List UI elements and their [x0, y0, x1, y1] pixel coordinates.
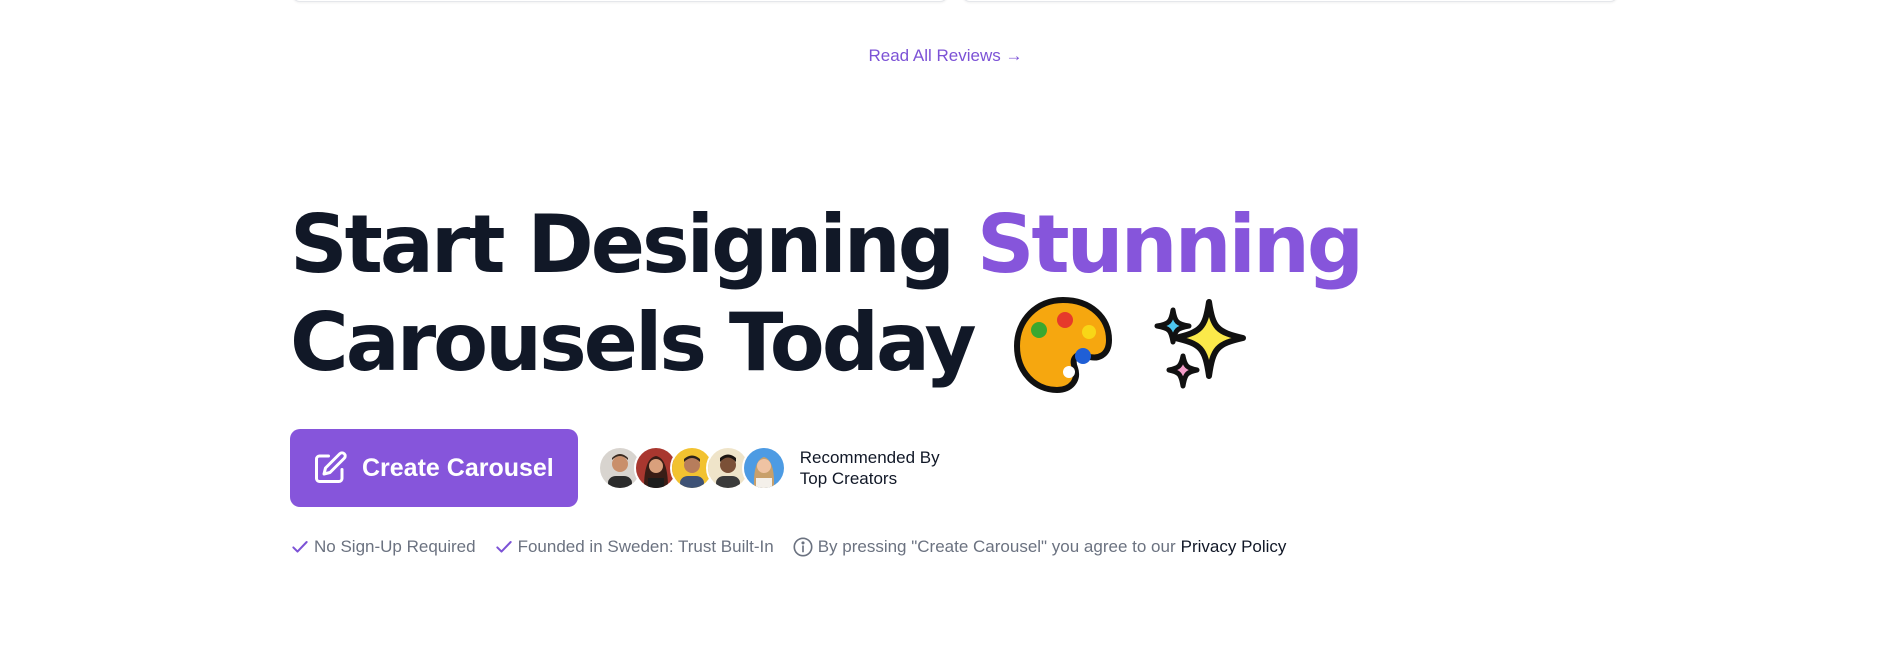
feature-founded: Founded in Sweden: Trust Built-In [494, 537, 774, 557]
features-row: No Sign-Up Required Founded in Sweden: T… [290, 536, 1304, 558]
headline-accent: Stunning [976, 198, 1364, 291]
privacy-policy-link[interactable]: Privacy Policy [1181, 537, 1287, 557]
check-icon [495, 541, 512, 553]
page: Read All Reviews → Start Designing Stunn… [0, 0, 1891, 658]
recommended-line1: Recommended By [799, 448, 940, 467]
agreement-text: By pressing "Create Carousel" you agree … [817, 537, 1176, 556]
creator-avatars [597, 446, 786, 490]
review-card [292, 0, 948, 2]
headline-line2: Carousels Today [290, 296, 977, 389]
palette-emoji-icon [1013, 297, 1112, 394]
cta-row: Create Carousel Recommended By Top Creat… [290, 429, 940, 507]
emoji-group [1013, 290, 1252, 394]
sparkles-emoji-icon [1154, 299, 1247, 389]
headline-part1: Start Designing [290, 198, 977, 291]
feature-agreement: By pressing "Create Carousel" you agree … [792, 536, 1287, 558]
create-carousel-button[interactable]: Create Carousel [290, 429, 578, 507]
feature-no-signup: No Sign-Up Required [290, 537, 476, 557]
check-icon [292, 541, 308, 553]
recommended-by-text: Recommended By Top Creators [800, 447, 940, 489]
recommended-line2: Top Creators [799, 469, 898, 488]
review-card [962, 0, 1618, 2]
edit-icon [315, 451, 347, 483]
create-carousel-label: Create Carousel [362, 453, 554, 482]
creator-avatar [741, 446, 786, 490]
feature-no-signup-text: No Sign-Up Required [314, 537, 476, 556]
hero-headline: Start Designing Stunning Carousels Today [290, 196, 1364, 400]
feature-founded-text: Founded in Sweden: Trust Built-In [517, 537, 774, 556]
read-all-reviews-link[interactable]: Read All Reviews → [0, 46, 1891, 66]
info-icon [793, 537, 813, 557]
